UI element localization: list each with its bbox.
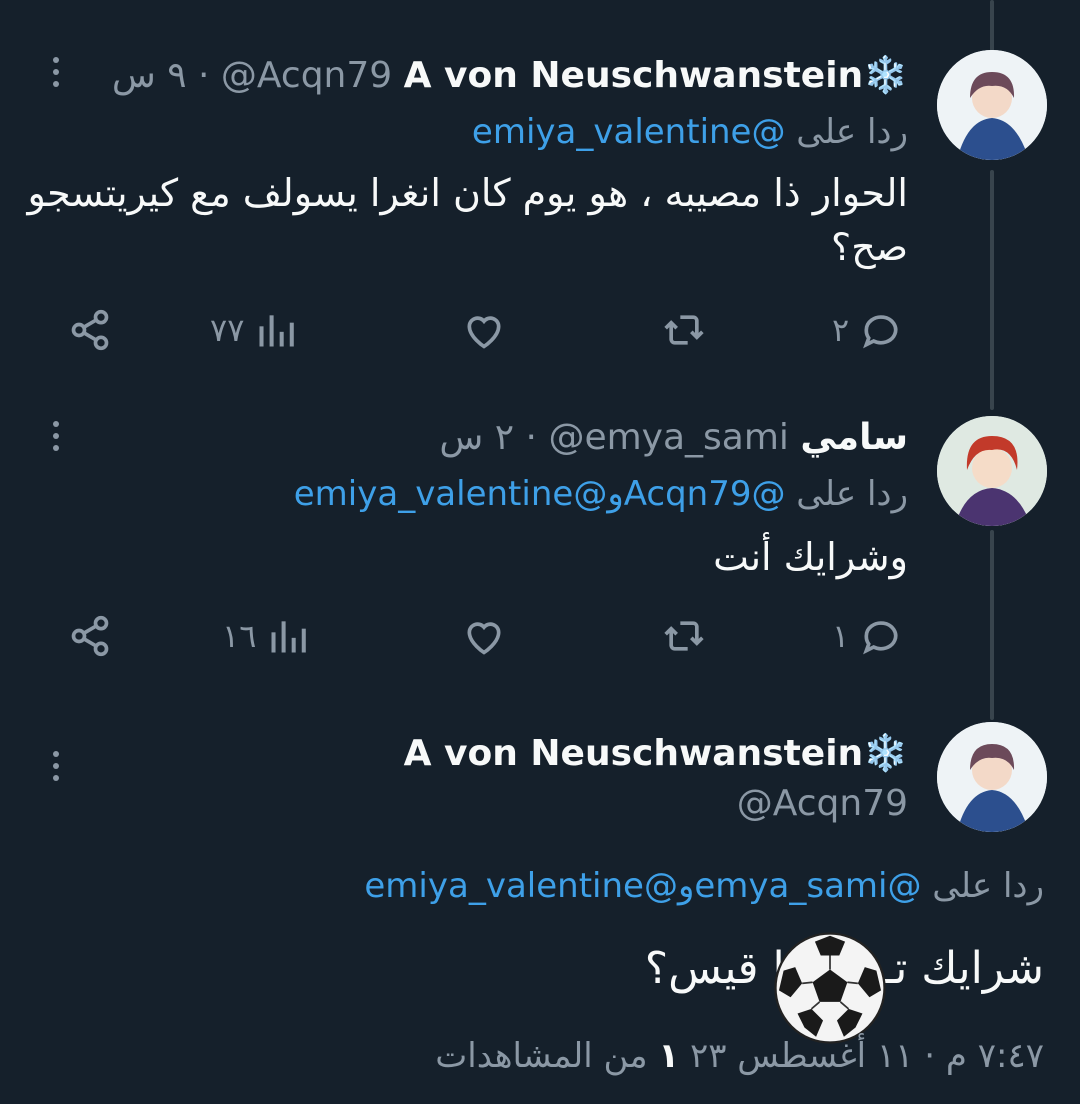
retweet-button[interactable] bbox=[662, 300, 706, 360]
retweet-icon bbox=[664, 315, 704, 345]
more-options-icon[interactable] bbox=[46, 746, 66, 786]
tweet-actions: ١٦ ١ bbox=[60, 606, 920, 666]
main-tweet-author: A von Neuschwanstein❄️ bbox=[404, 732, 908, 776]
tweet-time: ٩ س bbox=[111, 55, 187, 96]
snowflake-icon: ❄️ bbox=[863, 55, 908, 96]
retweet-icon bbox=[664, 621, 704, 651]
more-options-icon[interactable] bbox=[46, 52, 66, 92]
tweet-timestamp-views: ٧:٤٧ م · ١١ أغسطس ٢٣ ١ من المشاهدات bbox=[435, 1030, 1044, 1082]
tweet-header: ٢ س · @emya_sami سامي bbox=[439, 416, 908, 460]
mention-conjunction: و bbox=[677, 866, 695, 906]
thread-line-2 bbox=[990, 530, 994, 720]
thread-line-1 bbox=[990, 170, 994, 410]
reply-count: ١ bbox=[832, 617, 850, 655]
separator: · bbox=[198, 55, 210, 96]
tweet-author-name[interactable]: سامي bbox=[800, 417, 908, 458]
mention-link[interactable]: @Acqn79 bbox=[624, 474, 786, 514]
share-button[interactable] bbox=[68, 300, 112, 360]
reply-to-line: ردا على @emiya_valentine bbox=[472, 110, 908, 154]
reply-icon bbox=[863, 315, 898, 349]
share-icon bbox=[71, 309, 109, 351]
views-count: ٧٧ bbox=[210, 311, 245, 349]
share-icon bbox=[71, 615, 109, 657]
soccer-ball-icon bbox=[774, 932, 886, 1044]
reply-count: ٢ bbox=[832, 311, 850, 349]
reply-to-line: ردا على @Acqn79و@emiya_valentine bbox=[294, 472, 908, 516]
retweet-button[interactable] bbox=[662, 606, 706, 666]
mention-link[interactable]: @emiya_valentine bbox=[472, 112, 786, 152]
views-button[interactable]: ٧٧ bbox=[210, 300, 298, 360]
like-icon bbox=[467, 622, 501, 655]
views-icon bbox=[271, 621, 307, 653]
avatar[interactable] bbox=[937, 416, 1047, 526]
reply-icon bbox=[863, 621, 898, 655]
mention-link[interactable]: @emiya_valentine bbox=[294, 474, 608, 514]
mention-conjunction: و bbox=[607, 474, 624, 514]
more-options-icon[interactable] bbox=[46, 416, 66, 456]
main-tweet-handle-row: @Acqn79 bbox=[737, 782, 908, 826]
like-button[interactable] bbox=[462, 606, 506, 666]
snowflake-icon: ❄️ bbox=[863, 733, 908, 774]
tweet-date[interactable]: ١١ أغسطس ٢٣ bbox=[690, 1036, 913, 1076]
main-tweet-text-part: شرايك تـ bbox=[882, 943, 1044, 994]
views-count: ١٦ bbox=[222, 617, 257, 655]
tweet-time[interactable]: ٧:٤٧ م bbox=[946, 1036, 1044, 1076]
views-icon bbox=[259, 315, 295, 347]
avatar[interactable] bbox=[937, 50, 1047, 160]
reply-prefix: ردا على bbox=[796, 474, 908, 514]
tweet-actions: ٧٧ ٢ bbox=[60, 300, 920, 360]
mention-link[interactable]: @emya_sami bbox=[694, 866, 921, 906]
reply-to-line: ردا على @emya_samiو@emiya_valentine bbox=[364, 864, 1044, 908]
tweet-handle[interactable]: @Acqn79 bbox=[221, 55, 392, 96]
reply-prefix: ردا على bbox=[796, 112, 908, 152]
mention-link[interactable]: @emiya_valentine bbox=[364, 866, 678, 906]
like-button[interactable] bbox=[462, 300, 506, 360]
views-button[interactable]: ١٦ bbox=[222, 606, 310, 666]
tweet-handle[interactable]: @emya_sami bbox=[548, 417, 788, 458]
tweet-header: ٩ س · @Acqn79 A von Neuschwanstein❄️ bbox=[112, 54, 908, 98]
tweet-author-name[interactable]: A von Neuschwanstein bbox=[404, 733, 864, 774]
tweet-text: الحوار ذا مصيبه ، هو يوم كان انغرا يسولف… bbox=[27, 171, 908, 269]
reply-button[interactable]: ١ bbox=[832, 606, 903, 666]
views-label[interactable]: من المشاهدات bbox=[435, 1036, 647, 1076]
separator: · bbox=[924, 1036, 936, 1076]
reply-prefix: ردا على bbox=[932, 866, 1044, 906]
share-button[interactable] bbox=[68, 606, 112, 666]
separator: · bbox=[525, 417, 537, 458]
tweet-text: وشرايك أنت bbox=[713, 535, 908, 579]
avatar[interactable] bbox=[937, 722, 1047, 832]
tweet-author-name[interactable]: A von Neuschwanstein bbox=[404, 55, 864, 96]
like-icon bbox=[467, 316, 501, 349]
reply-button[interactable]: ٢ bbox=[832, 300, 903, 360]
tweet-handle[interactable]: @Acqn79 bbox=[737, 783, 908, 824]
tweet-time: ٢ س bbox=[439, 417, 515, 458]
views-count: ١ bbox=[658, 1036, 680, 1076]
